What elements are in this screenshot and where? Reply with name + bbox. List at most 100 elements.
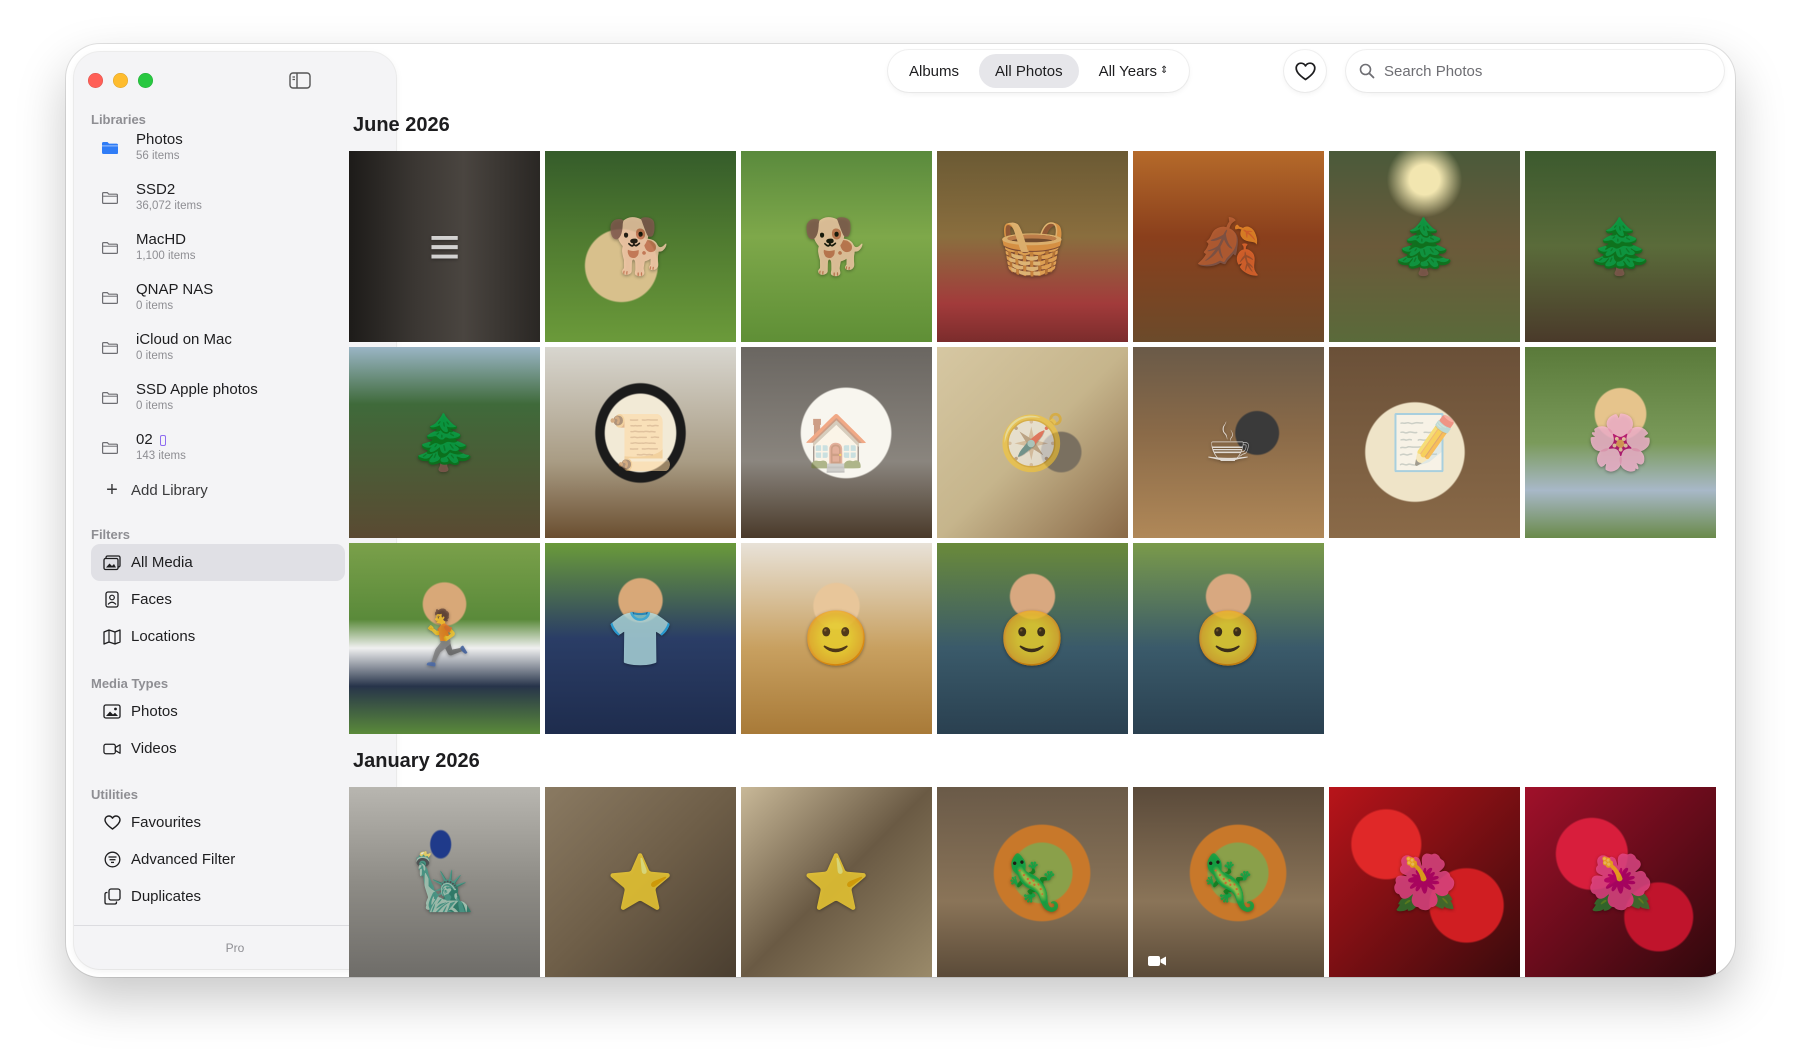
- photo-subject-glyph: ⭐: [606, 852, 675, 913]
- library-name: MacHD: [136, 231, 187, 248]
- library-item-ssd2[interactable]: SSD2 36,072 items: [89, 181, 379, 225]
- photo-subject-glyph: 🍂: [1194, 216, 1263, 277]
- photo-subject-glyph: 👕: [606, 608, 675, 669]
- chevron-up-down-icon: ⇕: [1159, 65, 1169, 76]
- library-item-machd[interactable]: MacHD 1,100 items: [89, 231, 379, 275]
- window-controls: [88, 73, 153, 88]
- sidebar-toggle-icon[interactable]: [289, 72, 311, 89]
- heart-icon: [1294, 61, 1316, 80]
- heart-icon: [103, 814, 121, 832]
- library-item-ssd-apple-photos[interactable]: SSD Apple photos 0 items: [89, 381, 379, 425]
- photo-thumbnail[interactable]: 🌲: [1329, 151, 1520, 342]
- photo-thumbnail[interactable]: 🙂: [741, 543, 932, 734]
- photo-subject-glyph: 🦎: [1194, 852, 1263, 913]
- photo-thumbnail[interactable]: 👕: [545, 543, 736, 734]
- library-item-02[interactable]: 02 143 items: [89, 431, 379, 475]
- albums-tab[interactable]: Albums: [893, 54, 975, 88]
- utility-favourites[interactable]: Favourites: [91, 804, 345, 841]
- media-type-photos[interactable]: Photos: [91, 693, 345, 730]
- filter-all-media[interactable]: All Media: [91, 544, 345, 581]
- library-item-icloud-on-mac[interactable]: iCloud on Mac 0 items: [89, 331, 379, 375]
- sidebar-footer[interactable]: Pro: [74, 925, 396, 969]
- photo-icon: [103, 703, 121, 721]
- utility-advanced-filter[interactable]: Advanced Filter: [91, 841, 345, 878]
- library-item-photos[interactable]: Photos 56 items: [89, 131, 379, 175]
- photos-app-window: Libraries Photos 56 items SSD2 36,072 it…: [66, 44, 1735, 977]
- section-title-june-2026: June 2026: [353, 114, 450, 136]
- photo-thumbnail[interactable]: 🌸: [1525, 347, 1716, 538]
- photo-thumbnail[interactable]: 🌺: [1525, 787, 1716, 977]
- photo-thumbnail[interactable]: 🦎: [1133, 787, 1324, 977]
- section-title-january-2026: January 2026: [353, 750, 480, 772]
- photo-thumbnail[interactable]: ⭐: [741, 787, 932, 977]
- photo-thumbnail[interactable]: 🦎: [937, 787, 1128, 977]
- search-input[interactable]: [1384, 62, 1684, 80]
- filter-label: Locations: [131, 628, 196, 645]
- search-bar[interactable]: [1346, 50, 1724, 92]
- library-count: 36,072 items: [136, 200, 202, 213]
- photo-subject-glyph: 🦎: [998, 852, 1067, 913]
- all-years-label: All Years: [1098, 62, 1157, 80]
- zoom-window-button[interactable]: [138, 73, 153, 88]
- filter-label: Faces: [131, 591, 172, 608]
- minimize-window-button[interactable]: [113, 73, 128, 88]
- folder-icon: [102, 442, 118, 454]
- photo-thumbnail[interactable]: 🐕: [545, 151, 736, 342]
- photo-thumbnail[interactable]: 🐕: [741, 151, 932, 342]
- all-photos-tab[interactable]: All Photos: [979, 54, 1079, 88]
- utility-label: Advanced Filter: [131, 851, 236, 868]
- close-window-button[interactable]: [88, 73, 103, 88]
- photo-thumbnail[interactable]: 🏃: [349, 543, 540, 734]
- photo-thumbnail[interactable]: 🌲: [1525, 151, 1716, 342]
- photo-thumbnail[interactable]: ≡: [349, 151, 540, 342]
- favourites-button[interactable]: [1284, 50, 1326, 92]
- photo-thumbnail[interactable]: 🏠: [741, 347, 932, 538]
- duplicates-icon: [103, 888, 121, 906]
- photo-subject-glyph: 🧭: [998, 412, 1067, 473]
- photo-thumbnail[interactable]: 🧭: [937, 347, 1128, 538]
- photo-subject-glyph: 🙂: [998, 608, 1067, 669]
- photo-subject-glyph: ⭐: [802, 852, 871, 913]
- filter-locations[interactable]: Locations: [91, 618, 345, 655]
- all-years-dropdown[interactable]: All Years ⇕: [1083, 54, 1185, 88]
- library-item-qnap-nas[interactable]: QNAP NAS 0 items: [89, 281, 379, 325]
- photo-thumbnail[interactable]: 🍂: [1133, 151, 1324, 342]
- photo-subject-glyph: 🏃: [410, 608, 479, 669]
- faces-icon: [103, 591, 121, 609]
- filter-label: All Media: [131, 554, 193, 571]
- photo-thumbnail[interactable]: 🙂: [1133, 543, 1324, 734]
- library-name: iCloud on Mac: [136, 331, 232, 348]
- add-library-button[interactable]: + Add Library: [91, 480, 208, 500]
- utility-duplicates[interactable]: Duplicates: [91, 878, 345, 915]
- photo-thumbnail[interactable]: ☕: [1133, 347, 1324, 538]
- photo-thumbnail[interactable]: 🌲: [349, 347, 540, 538]
- media-type-videos[interactable]: Videos: [91, 730, 345, 767]
- library-count: 1,100 items: [136, 250, 196, 263]
- photo-subject-glyph: 🌸: [1586, 412, 1655, 473]
- video-badge-icon: [1148, 956, 1166, 966]
- photo-thumbnail[interactable]: 📝: [1329, 347, 1520, 538]
- photo-thumbnail[interactable]: 🌺: [1329, 787, 1520, 977]
- library-name: 02: [136, 431, 153, 448]
- photo-subject-glyph: 🌺: [1586, 852, 1655, 913]
- folder-icon: [102, 342, 118, 354]
- photo-thumbnail[interactable]: ⭐: [545, 787, 736, 977]
- search-icon: [1359, 63, 1375, 79]
- photo-thumbnail[interactable]: 🧺: [937, 151, 1128, 342]
- library-name: SSD2: [136, 181, 176, 198]
- photo-thumbnail[interactable]: 🙂: [937, 543, 1128, 734]
- library-name: SSD Apple photos: [136, 381, 258, 398]
- library-count: 0 items: [136, 350, 174, 363]
- library-count: 143 items: [136, 450, 186, 463]
- media-types-heading: Media Types: [91, 676, 169, 691]
- photo-subject-glyph: 🐕: [802, 216, 871, 277]
- photo-subject-glyph: 🙂: [1194, 608, 1263, 669]
- photo-thumbnail[interactable]: 📜: [545, 347, 736, 538]
- filter-faces[interactable]: Faces: [91, 581, 345, 618]
- photo-subject-glyph: 🧺: [998, 216, 1067, 277]
- video-icon: [103, 740, 121, 758]
- media-type-label: Videos: [131, 740, 177, 757]
- photo-thumbnail[interactable]: 🗽: [349, 787, 540, 977]
- photo-subject-glyph: 🙂: [802, 608, 871, 669]
- map-icon: [103, 628, 121, 646]
